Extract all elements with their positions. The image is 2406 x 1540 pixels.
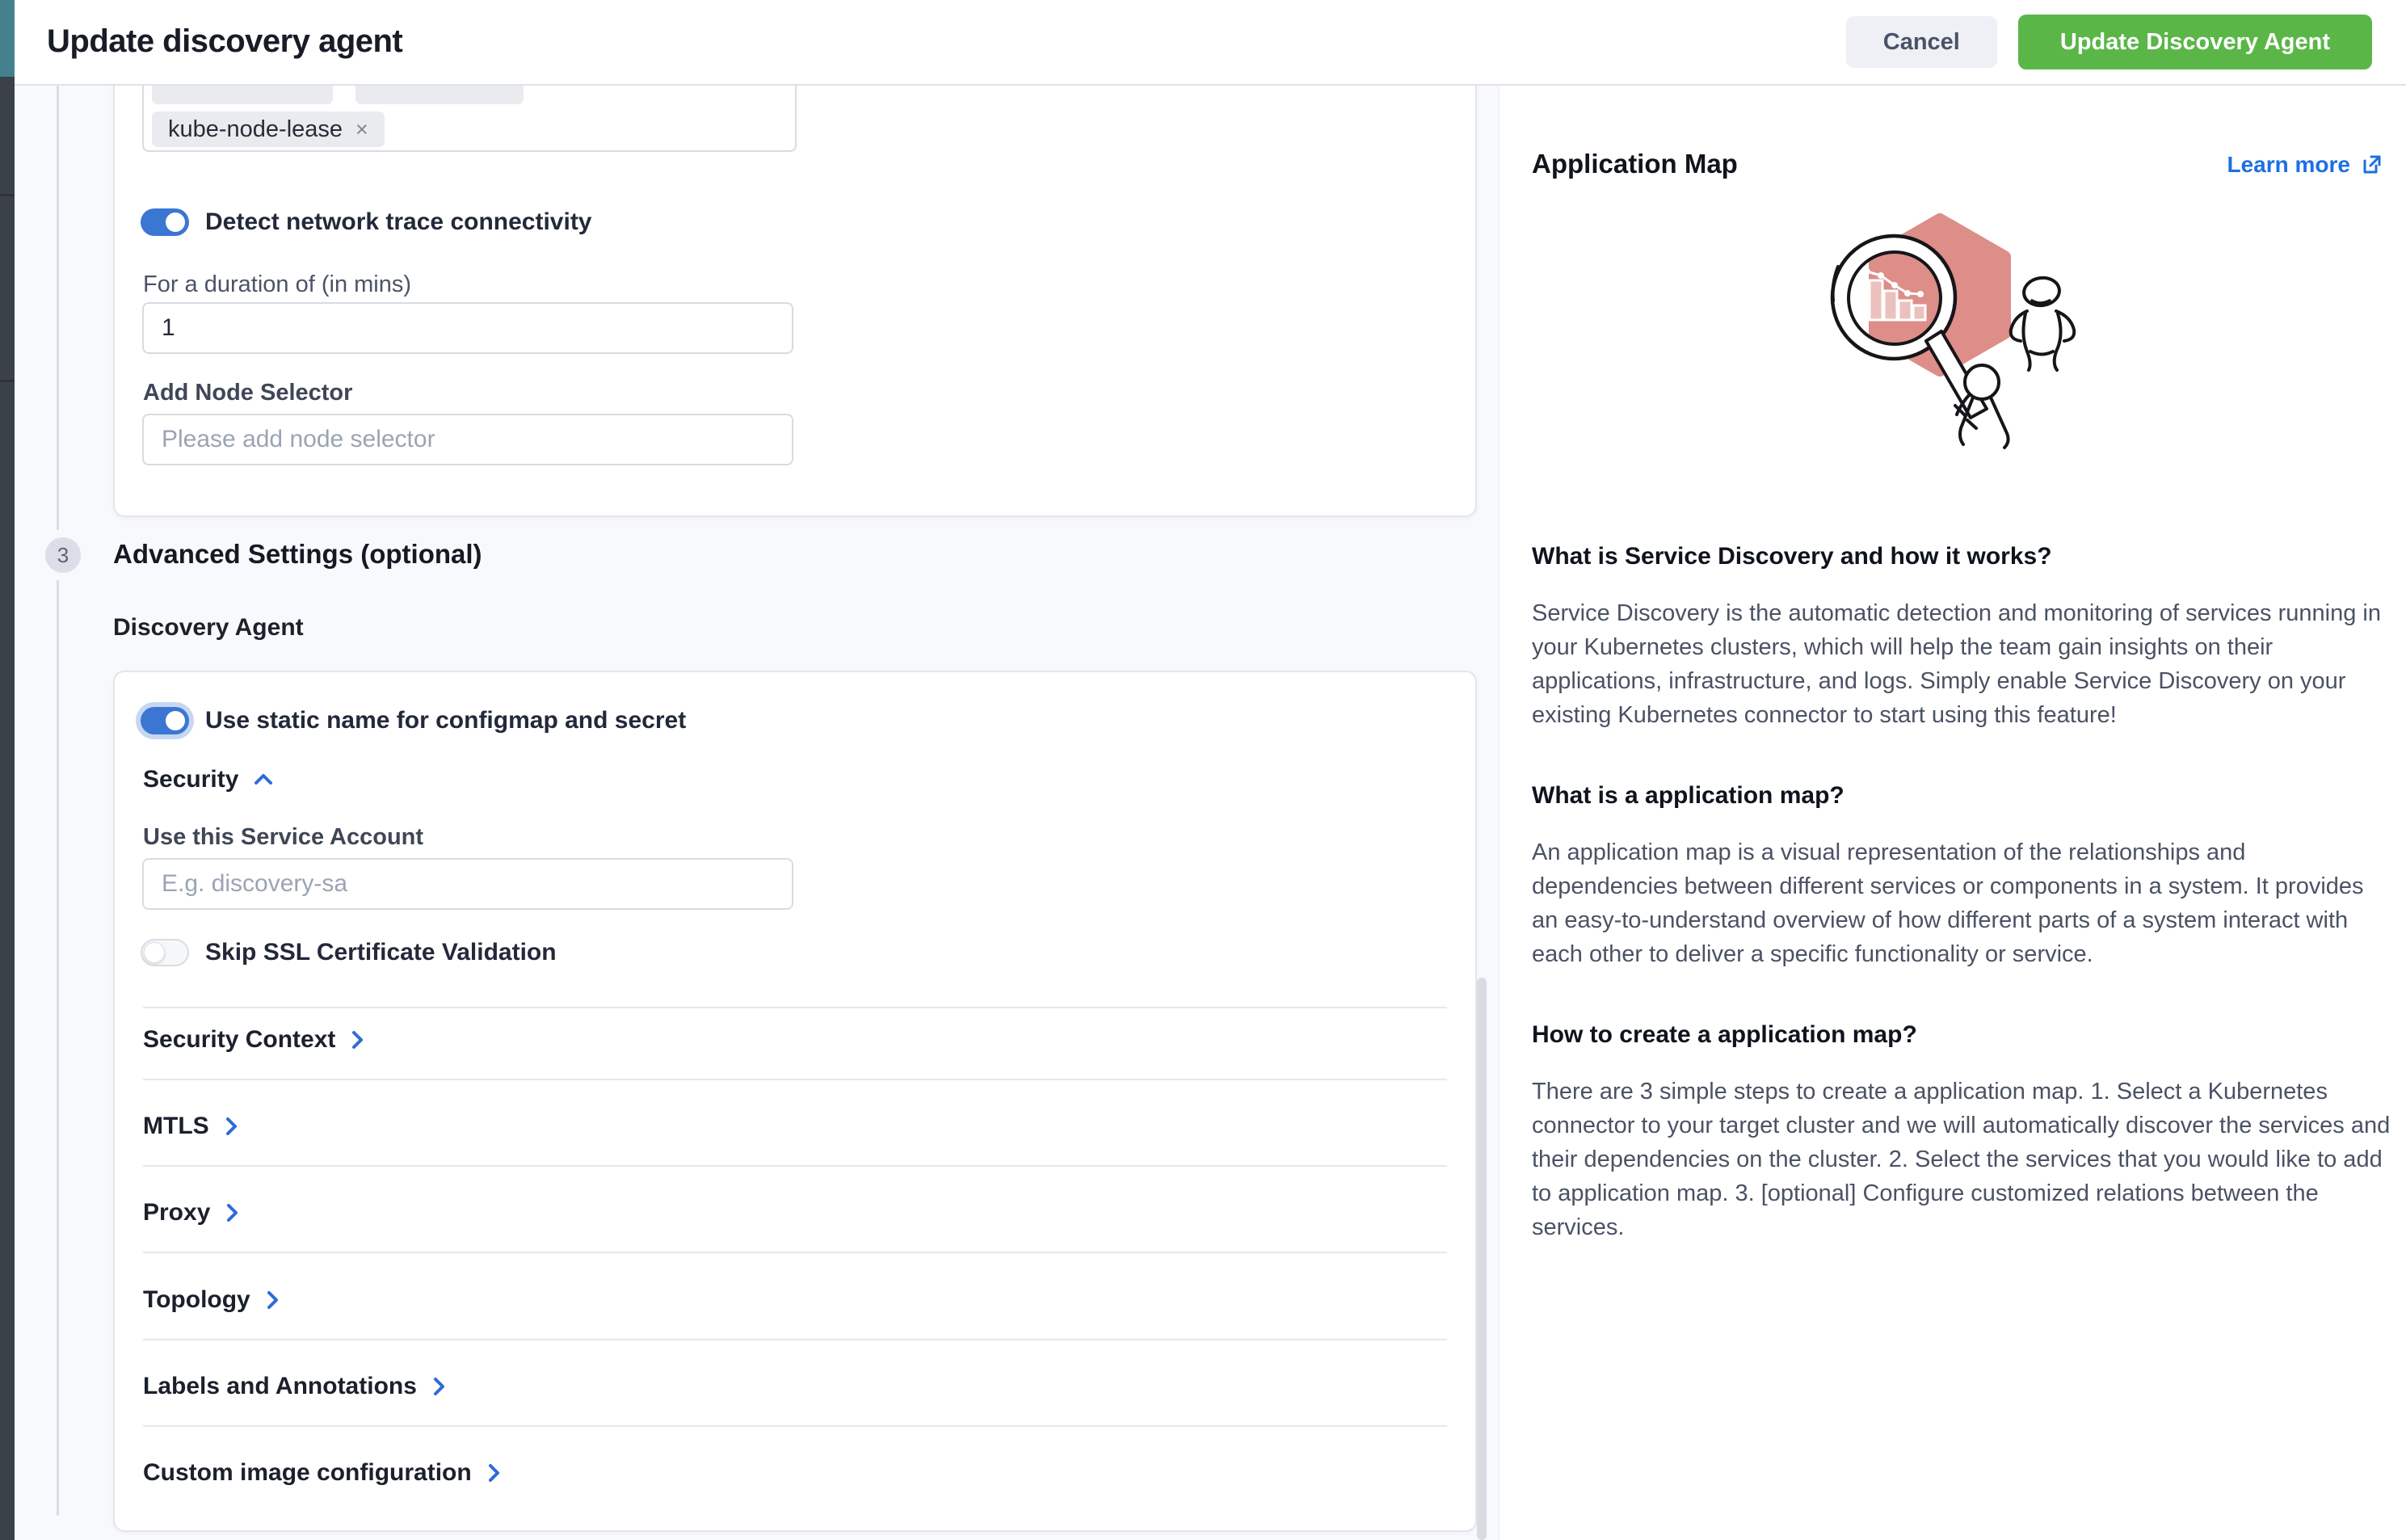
section-row-topology[interactable]: Topology [143, 1286, 280, 1314]
help-body: An application map is a visual represent… [1532, 835, 2391, 971]
sidebar-logo-strip [0, 0, 15, 77]
service-account-input[interactable] [142, 858, 793, 910]
application-map-illustration [1802, 186, 2223, 493]
chevron-right-icon [224, 1116, 238, 1137]
help-heading: What is Service Discovery and how it wor… [1532, 543, 2391, 570]
help-heading: What is a application map? [1532, 782, 2391, 810]
skip-ssl-toggle[interactable] [141, 939, 189, 966]
scrollbar-thumb[interactable] [1477, 978, 1487, 1540]
divider [143, 1252, 1447, 1253]
duration-input[interactable] [142, 302, 793, 354]
node-selector-input[interactable] [142, 414, 793, 465]
divider [143, 1425, 1447, 1427]
stepper-line [57, 86, 59, 530]
chevron-right-icon [350, 1029, 364, 1050]
panel-help-sections: What is Service Discovery and how it wor… [1532, 543, 2391, 1294]
section-row-label: MTLS [143, 1113, 209, 1140]
advanced-settings-card: Use static name for configmap and secret… [113, 671, 1477, 1532]
divider [143, 1165, 1447, 1167]
security-section-header[interactable]: Security [143, 766, 274, 793]
service-account-label: Use this Service Account [143, 824, 423, 851]
chip-remove-icon[interactable]: × [355, 117, 368, 142]
page-header: Update discovery agent Cancel Update Dis… [15, 0, 2406, 86]
section-row-security-context[interactable]: Security Context [143, 1026, 364, 1054]
stepper-line [57, 580, 59, 1516]
static-name-toggle[interactable] [141, 707, 189, 734]
panel-title: Application Map [1532, 149, 1738, 179]
divider [143, 1079, 1447, 1080]
section-row-label: Labels and Annotations [143, 1373, 417, 1400]
divider [143, 1339, 1447, 1340]
chip-label: kube-node-lease [168, 116, 343, 143]
learn-more-label: Learn more [2227, 152, 2351, 178]
section-row-proxy[interactable]: Proxy [143, 1199, 239, 1227]
update-discovery-agent-screen: kube-node-lease × Detect network trace c… [0, 0, 2406, 1540]
section-row-label: Custom image configuration [143, 1459, 472, 1487]
section-row-custom-image[interactable]: Custom image configuration [143, 1459, 501, 1487]
external-link-icon [2360, 154, 2383, 176]
discovery-settings-card: kube-node-lease × Detect network trace c… [113, 47, 1477, 517]
skip-ssl-toggle-label: Skip SSL Certificate Validation [205, 939, 557, 966]
section-row-label: Proxy [143, 1199, 210, 1227]
chevron-right-icon [431, 1376, 446, 1397]
network-trace-toggle[interactable] [141, 208, 189, 236]
chevron-right-icon [265, 1290, 280, 1311]
step-number-badge: 3 [45, 537, 81, 573]
sidebar-divider [0, 194, 15, 196]
section-row-mtls[interactable]: MTLS [143, 1113, 238, 1140]
learn-more-link[interactable]: Learn more [2227, 152, 2383, 178]
help-heading: How to create a application map? [1532, 1021, 2391, 1049]
network-trace-toggle-label: Detect network trace connectivity [205, 208, 592, 236]
duration-label: For a duration of (in mins) [143, 271, 411, 298]
update-discovery-agent-button[interactable]: Update Discovery Agent [2018, 15, 2372, 69]
cancel-button[interactable]: Cancel [1846, 16, 1997, 68]
collapsed-sidebar [0, 0, 15, 1540]
help-body: There are 3 simple steps to create a app… [1532, 1075, 2391, 1244]
chevron-up-icon [253, 772, 274, 787]
header-actions: Cancel Update Discovery Agent [1846, 0, 2372, 84]
security-section-label: Security [143, 766, 238, 793]
node-selector-label: Add Node Selector [143, 380, 352, 406]
advanced-settings-title: Advanced Settings (optional) [113, 539, 482, 570]
discovery-agent-subtitle: Discovery Agent [113, 614, 304, 642]
sidebar-divider [0, 380, 15, 382]
static-name-toggle-label: Use static name for configmap and secret [205, 707, 686, 734]
chevron-right-icon [225, 1202, 239, 1223]
application-map-panel: Application Map Learn more [1499, 86, 2406, 1540]
divider [143, 1007, 1447, 1008]
section-row-label: Security Context [143, 1026, 335, 1054]
help-body: Service Discovery is the automatic detec… [1532, 596, 2391, 732]
page-title: Update discovery agent [47, 23, 402, 60]
section-row-labels-annotations[interactable]: Labels and Annotations [143, 1373, 446, 1400]
chevron-right-icon [486, 1462, 501, 1483]
section-row-label: Topology [143, 1286, 250, 1314]
namespace-chip[interactable]: kube-node-lease × [152, 112, 385, 147]
